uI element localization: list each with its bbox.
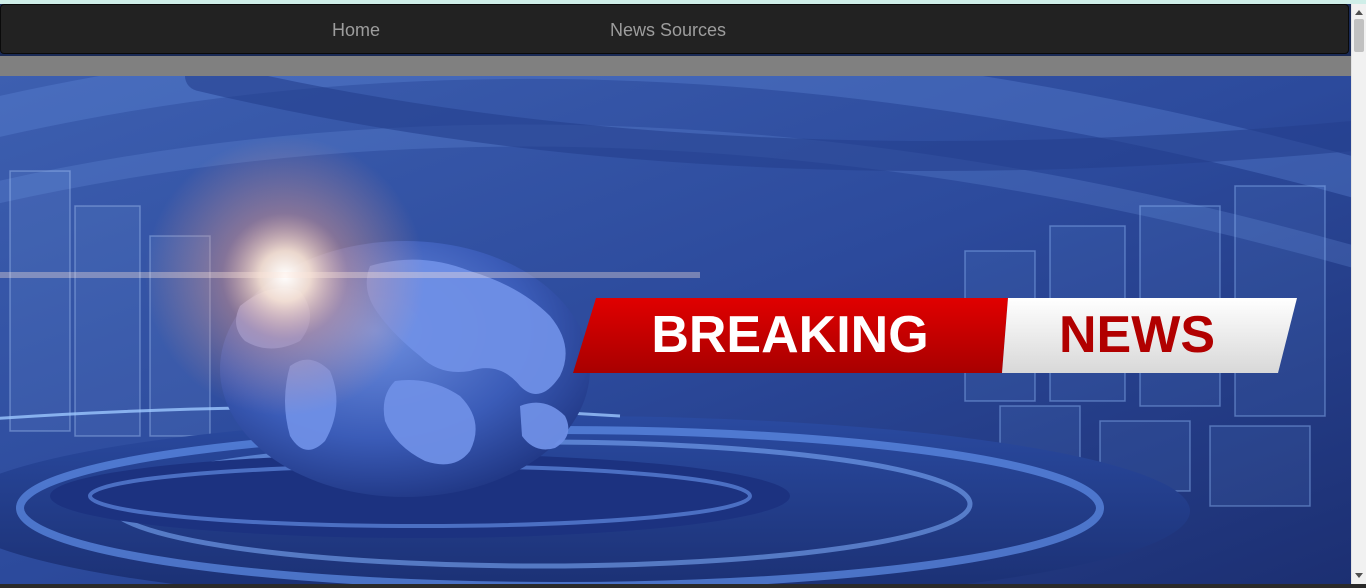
- gray-spacer-band: [0, 56, 1351, 76]
- flare-streak: [0, 272, 700, 278]
- scroll-up-arrow-icon[interactable]: [1355, 10, 1363, 15]
- scrollbar-thumb[interactable]: [1354, 19, 1364, 52]
- nav-link-news-sources[interactable]: News Sources: [610, 5, 726, 55]
- banner-text-breaking: BREAKING: [651, 306, 928, 364]
- vertical-scrollbar[interactable]: [1351, 4, 1366, 584]
- nav-link-home[interactable]: Home: [332, 5, 380, 55]
- top-navbar: Home News Sources: [0, 4, 1349, 54]
- bottom-strip: [0, 584, 1366, 588]
- banner-text-news: NEWS: [1059, 306, 1215, 364]
- scroll-down-arrow-icon[interactable]: [1355, 573, 1363, 578]
- hero-illustration: BREAKING NEWS: [0, 76, 1351, 584]
- breaking-news-banner: BREAKING NEWS: [573, 298, 1297, 373]
- breaking-news-hero-image: BREAKING NEWS: [0, 76, 1351, 584]
